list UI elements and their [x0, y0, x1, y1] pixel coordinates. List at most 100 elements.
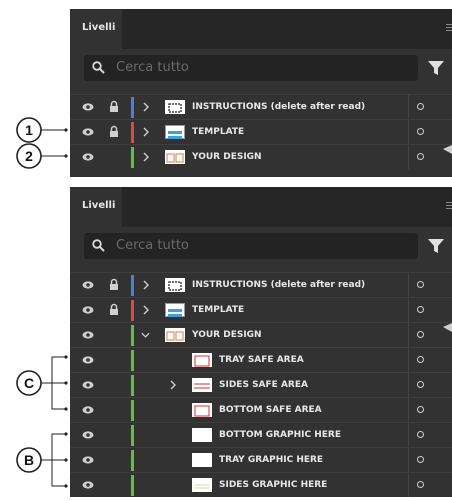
panel-menu-icon[interactable] — [446, 24, 452, 32]
eye-icon[interactable] — [82, 101, 94, 113]
lock-icon[interactable] — [109, 278, 119, 291]
sublayer-row-tray-graphic[interactable]: TRAY GRAPHIC HERE — [70, 447, 452, 472]
column-divider — [408, 373, 409, 397]
eye-icon[interactable] — [82, 479, 94, 491]
column-divider — [408, 95, 409, 119]
chevron-right-icon[interactable] — [169, 379, 177, 391]
layer-thumbnail — [192, 453, 212, 467]
layer-name[interactable]: INSTRUCTIONS (delete after read) — [192, 95, 365, 119]
callout-c-label: C — [24, 375, 34, 391]
panel-tab-bar: Livelli — [70, 187, 452, 227]
layer-row-instructions[interactable]: INSTRUCTIONS (delete after read) — [70, 272, 452, 297]
search-input[interactable]: Cerca tutto — [116, 233, 406, 259]
layer-thumbnail — [165, 303, 185, 317]
lock-icon[interactable] — [109, 125, 119, 138]
layer-thumbnail — [165, 278, 185, 292]
selection-indicator-icon — [443, 145, 452, 154]
callout-b-label: B — [24, 452, 34, 468]
layer-color-bar — [131, 425, 134, 446]
chevron-right-icon[interactable] — [142, 101, 150, 113]
search-field[interactable]: Cerca tutto — [84, 233, 418, 259]
eye-icon[interactable] — [82, 126, 94, 138]
target-circle-icon[interactable] — [417, 128, 424, 135]
target-circle-icon[interactable] — [417, 381, 424, 388]
chevron-down-icon[interactable] — [140, 331, 151, 339]
layer-name[interactable]: INSTRUCTIONS (delete after read) — [192, 273, 365, 297]
layer-row-template[interactable]: TEMPLATE — [70, 297, 452, 322]
layer-color-bar — [131, 147, 134, 168]
column-divider — [408, 120, 409, 144]
filter-icon[interactable] — [428, 60, 444, 76]
callout-2-label: 2 — [25, 148, 33, 164]
layer-name[interactable]: YOUR DESIGN — [192, 323, 262, 347]
column-divider — [408, 145, 409, 169]
eye-icon[interactable] — [82, 404, 94, 416]
column-divider — [408, 398, 409, 422]
panel-menu-icon[interactable] — [446, 202, 452, 210]
layer-name[interactable]: SIDES GRAPHIC HERE — [219, 473, 327, 497]
layer-name[interactable]: TEMPLATE — [192, 298, 244, 322]
column-divider — [408, 473, 409, 497]
target-circle-icon[interactable] — [417, 481, 424, 488]
eye-icon[interactable] — [82, 151, 94, 163]
layer-name[interactable]: TRAY GRAPHIC HERE — [219, 448, 323, 472]
eye-icon[interactable] — [82, 379, 94, 391]
eye-icon[interactable] — [82, 304, 94, 316]
layer-color-bar — [131, 300, 134, 321]
callout-lines: 1 2 C B — [16, 117, 68, 488]
layer-name[interactable]: TRAY SAFE AREA — [219, 348, 304, 372]
eye-icon[interactable] — [82, 354, 94, 366]
panel-tab-bar: Livelli — [70, 9, 452, 49]
filter-icon[interactable] — [428, 238, 444, 254]
target-circle-icon[interactable] — [417, 331, 424, 338]
layer-name[interactable]: SIDES SAFE AREA — [219, 373, 308, 397]
target-circle-icon[interactable] — [417, 456, 424, 463]
layer-row-your-design[interactable]: YOUR DESIGN — [70, 144, 452, 169]
layer-name[interactable]: BOTTOM SAFE AREA — [219, 398, 322, 422]
layers-panel-expanded: Livelli Cerca tutto INSTRUCTIONS (delete… — [70, 187, 452, 497]
search-icon — [92, 61, 105, 74]
target-circle-icon[interactable] — [417, 153, 424, 160]
target-circle-icon[interactable] — [417, 356, 424, 363]
tab-livelli[interactable]: Livelli — [70, 187, 122, 227]
column-divider — [408, 323, 409, 347]
target-circle-icon[interactable] — [417, 406, 424, 413]
eye-icon[interactable] — [82, 279, 94, 291]
eye-icon[interactable] — [82, 329, 94, 341]
eye-icon[interactable] — [82, 429, 94, 441]
lock-icon[interactable] — [109, 303, 119, 316]
layer-row-your-design[interactable]: YOUR DESIGN — [70, 322, 452, 347]
column-divider — [408, 273, 409, 297]
chevron-right-icon[interactable] — [142, 126, 150, 138]
chevron-right-icon[interactable] — [142, 304, 150, 316]
target-circle-icon[interactable] — [417, 281, 424, 288]
search-field[interactable]: Cerca tutto — [84, 55, 418, 81]
layer-name[interactable]: BOTTOM GRAPHIC HERE — [219, 423, 341, 447]
column-divider — [408, 348, 409, 372]
layer-color-bar — [131, 375, 134, 396]
sublayer-row-bottom-safe-area[interactable]: BOTTOM SAFE AREA — [70, 397, 452, 422]
layer-name[interactable]: TEMPLATE — [192, 120, 244, 144]
sublayer-row-sides-graphic[interactable]: SIDES GRAPHIC HERE — [70, 472, 452, 497]
sublayer-row-sides-safe-area[interactable]: SIDES SAFE AREA — [70, 372, 452, 397]
layer-color-bar — [131, 122, 134, 143]
target-circle-icon[interactable] — [417, 431, 424, 438]
layers-panel-collapsed: Livelli Cerca tutto INSTRUCTIONS (delete… — [70, 9, 452, 177]
sublayer-row-bottom-graphic[interactable]: BOTTOM GRAPHIC HERE — [70, 422, 452, 447]
target-circle-icon[interactable] — [417, 306, 424, 313]
layer-row-template[interactable]: TEMPLATE — [70, 119, 452, 144]
search-input[interactable]: Cerca tutto — [116, 55, 406, 81]
layer-name[interactable]: YOUR DESIGN — [192, 145, 262, 169]
column-divider — [408, 298, 409, 322]
chevron-right-icon[interactable] — [142, 279, 150, 291]
tab-livelli[interactable]: Livelli — [70, 9, 122, 49]
lock-icon[interactable] — [109, 100, 119, 113]
target-circle-icon[interactable] — [417, 103, 424, 110]
selection-indicator-icon — [443, 323, 452, 332]
chevron-right-icon[interactable] — [142, 151, 150, 163]
layer-row-instructions[interactable]: INSTRUCTIONS (delete after read) — [70, 94, 452, 119]
layer-color-bar — [131, 97, 134, 118]
layer-thumbnail — [192, 478, 212, 492]
eye-icon[interactable] — [82, 454, 94, 466]
sublayer-row-tray-safe-area[interactable]: TRAY SAFE AREA — [70, 347, 452, 372]
